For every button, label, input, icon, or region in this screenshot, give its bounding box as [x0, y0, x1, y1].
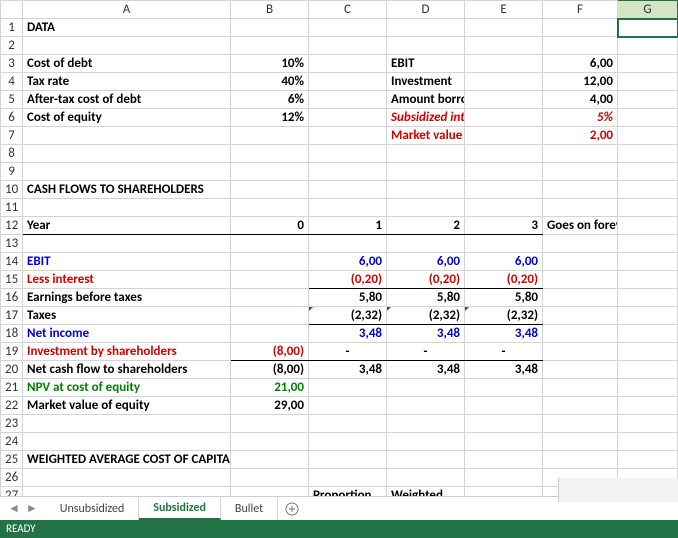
sheet-tab-bar: ◄ ► Unsubsidized Subsidized Bullet: [0, 496, 678, 520]
row-21[interactable]: 21: [1, 379, 23, 397]
row-25[interactable]: 25: [1, 451, 23, 469]
grid[interactable]: A B C D E F G 1 DATA 2 3 Cost of debt 10…: [0, 0, 678, 505]
row-13[interactable]: 13: [1, 235, 23, 253]
row-17[interactable]: 17: [1, 307, 23, 325]
cells[interactable]: 1 DATA 2 3 Cost of debt 10% EBIT 6,00 4 …: [1, 19, 678, 505]
active-cell[interactable]: [618, 19, 678, 37]
col-A[interactable]: A: [23, 1, 231, 19]
row-1[interactable]: 1: [1, 19, 23, 37]
col-B[interactable]: B: [231, 1, 309, 19]
tab-unsubsidized[interactable]: Unsubsidized: [46, 497, 140, 520]
row-11[interactable]: 11: [1, 199, 23, 217]
row-23[interactable]: 23: [1, 415, 23, 433]
tab-nav: ◄ ►: [0, 497, 46, 520]
col-G[interactable]: G: [618, 1, 678, 19]
row-8[interactable]: 8: [1, 145, 23, 163]
row-19[interactable]: 19: [1, 343, 23, 361]
select-all[interactable]: [1, 1, 23, 19]
cell-A1[interactable]: DATA: [23, 19, 231, 37]
row-6[interactable]: 6: [1, 109, 23, 127]
tabs: Unsubsidized Subsidized Bullet: [46, 497, 278, 520]
row-14[interactable]: 14: [1, 253, 23, 271]
status-bar: READY: [0, 520, 678, 538]
column-headers[interactable]: A B C D E F G: [1, 1, 678, 19]
nav-prev-icon[interactable]: ◄: [8, 501, 20, 516]
row-18[interactable]: 18: [1, 325, 23, 343]
row-24[interactable]: 24: [1, 433, 23, 451]
row-5[interactable]: 5: [1, 91, 23, 109]
col-C[interactable]: C: [309, 1, 387, 19]
row-12[interactable]: 12: [1, 217, 23, 235]
row-26[interactable]: 26: [1, 469, 23, 487]
row-4[interactable]: 4: [1, 73, 23, 91]
row-20[interactable]: 20: [1, 361, 23, 379]
add-sheet-button[interactable]: [278, 497, 306, 520]
tab-subsidized[interactable]: Subsidized: [139, 497, 221, 520]
tab-bullet[interactable]: Bullet: [221, 497, 278, 520]
row-9[interactable]: 9: [1, 163, 23, 181]
row-7[interactable]: 7: [1, 127, 23, 145]
nav-next-icon[interactable]: ►: [26, 501, 38, 516]
col-D[interactable]: D: [387, 1, 465, 19]
row-16[interactable]: 16: [1, 289, 23, 307]
horizontal-scrollbar[interactable]: [558, 478, 678, 502]
row-3[interactable]: 3: [1, 55, 23, 73]
plus-circle-icon: [285, 502, 299, 516]
row-22[interactable]: 22: [1, 397, 23, 415]
row-15[interactable]: 15: [1, 271, 23, 289]
row-2[interactable]: 2: [1, 37, 23, 55]
col-F[interactable]: F: [543, 1, 618, 19]
row-10[interactable]: 10: [1, 181, 23, 199]
col-E[interactable]: E: [465, 1, 543, 19]
spreadsheet-window: A B C D E F G 1 DATA 2 3 Cost of debt 10…: [0, 0, 678, 538]
